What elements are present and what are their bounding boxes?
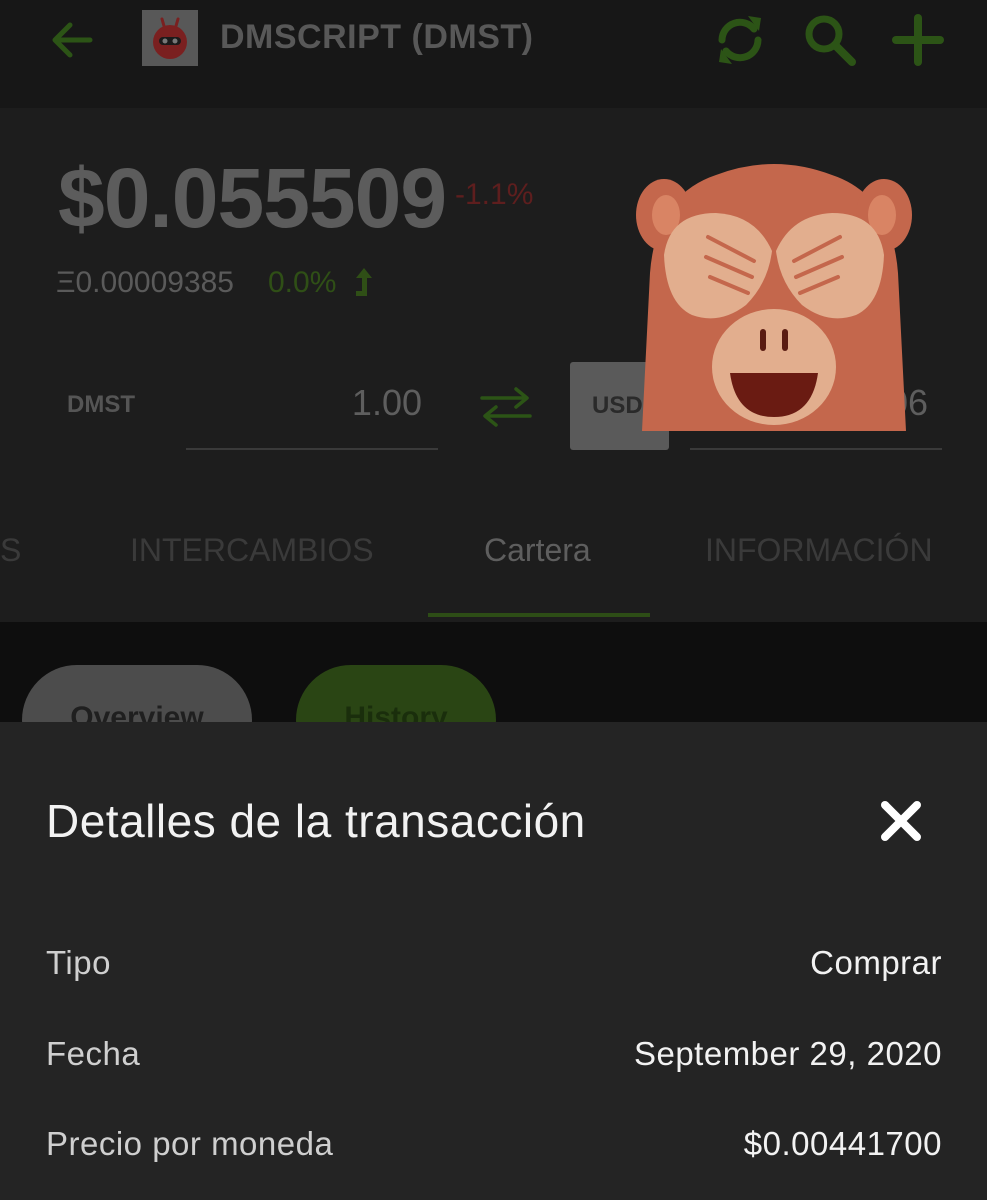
eth-price: Ξ0.00009385: [56, 266, 234, 299]
detail-value-precio: $0.00441700: [743, 1125, 942, 1162]
converter-from-underline: [186, 448, 438, 450]
eth-price-change: 0.0%: [268, 266, 337, 299]
top-app-bar: DMSCRIPT (DMST): [0, 0, 987, 108]
coin-avatar: [142, 10, 198, 66]
refresh-icon[interactable]: [710, 10, 770, 70]
tab-informacion[interactable]: INFORMACIÓN: [705, 532, 933, 569]
detail-value-tipo: Comprar: [810, 944, 942, 981]
usd-price-change: -1.1%: [455, 178, 534, 211]
search-icon[interactable]: [800, 10, 860, 70]
detail-label-tipo: Tipo: [46, 944, 111, 981]
sheet-title: Detalles de la transacción: [46, 795, 586, 847]
detail-label-precio: Precio por moneda: [46, 1125, 334, 1162]
tab-intercambios[interactable]: INTERCAMBIOS: [130, 532, 374, 569]
converter-to-underline: [690, 448, 942, 450]
plus-icon[interactable]: [888, 10, 948, 70]
coin-title: DMSCRIPT (DMST): [220, 18, 534, 56]
back-arrow-icon[interactable]: [46, 14, 98, 66]
tab-cartera[interactable]: Cartera: [484, 532, 591, 569]
converter-from-input[interactable]: 1.00: [190, 382, 422, 424]
detail-value-fecha: September 29, 2020: [633, 1035, 942, 1072]
tab-partial[interactable]: S: [0, 532, 21, 569]
swap-arrows-icon[interactable]: [478, 382, 534, 430]
close-icon[interactable]: [878, 798, 924, 844]
see-no-evil-monkey-icon: [636, 164, 912, 431]
detail-label-fecha: Fecha: [46, 1035, 141, 1072]
up-arrow-icon: [356, 268, 372, 296]
usd-price: $0.055509: [58, 151, 447, 245]
converter-from-label: DMST: [67, 391, 135, 418]
active-tab-indicator: [428, 613, 650, 617]
